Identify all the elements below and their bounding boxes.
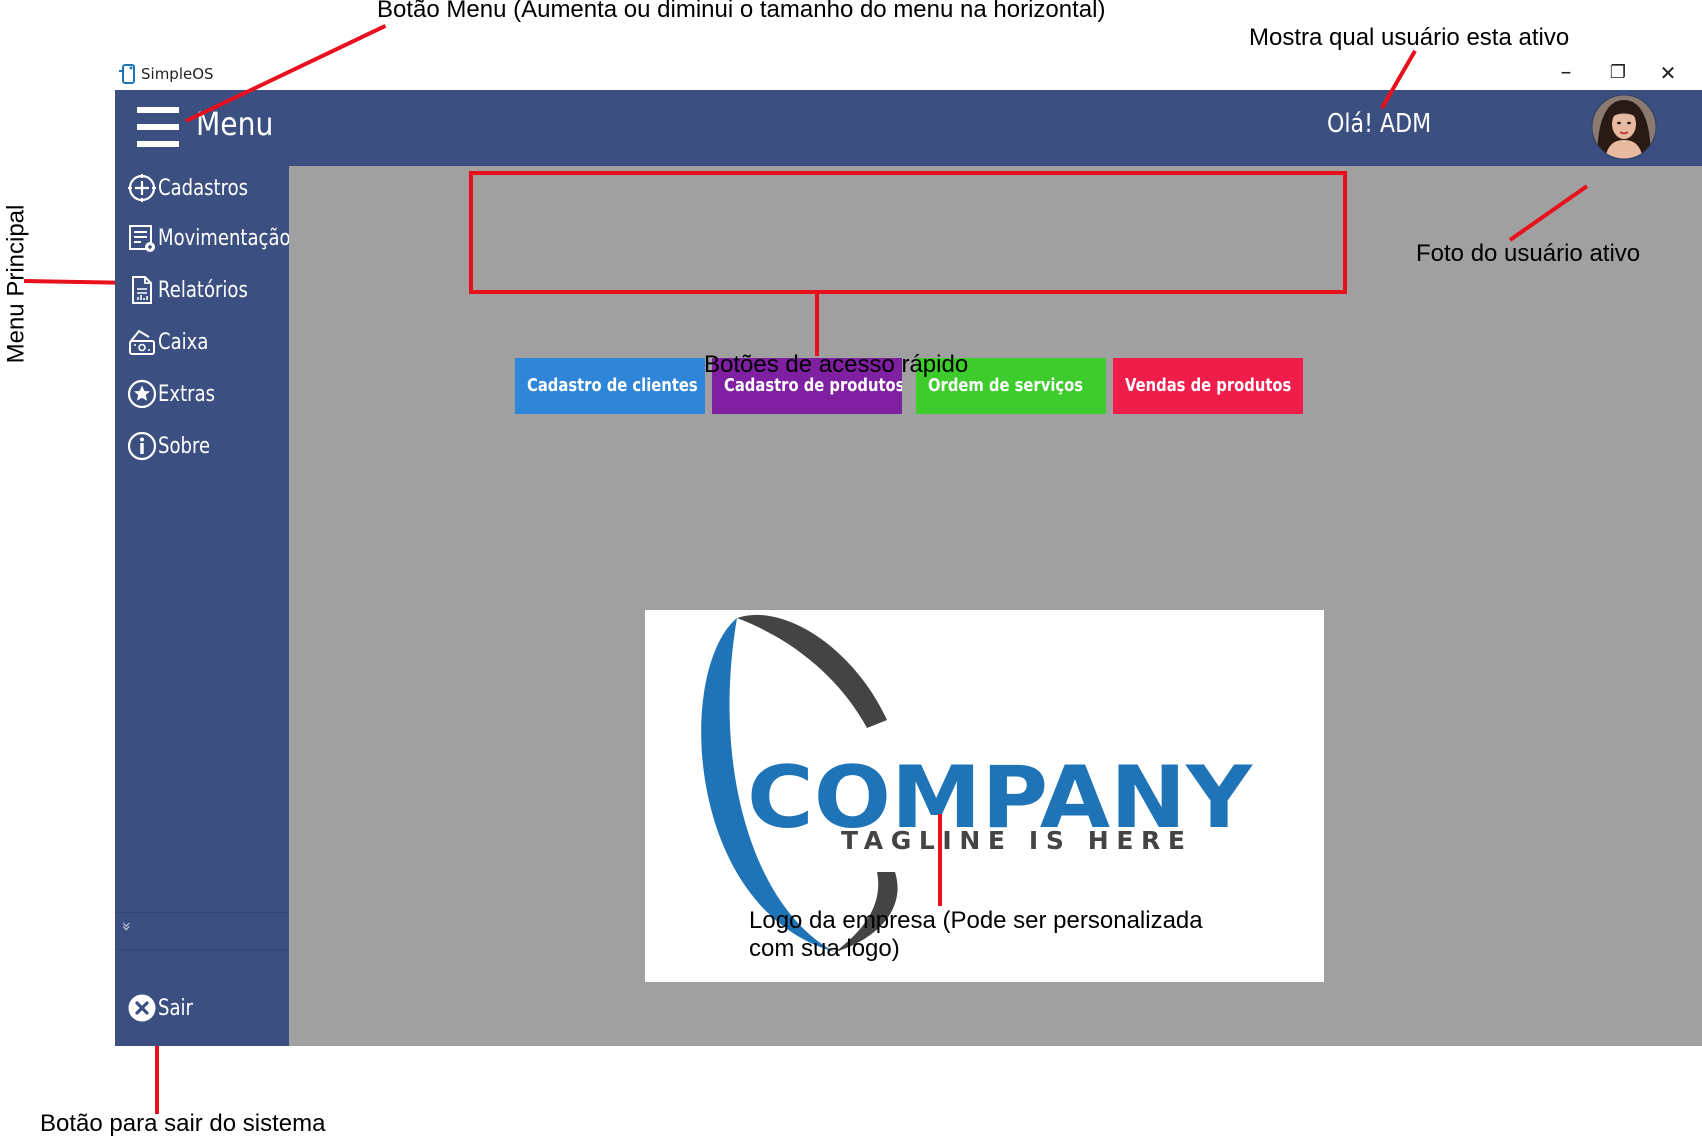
report-icon — [132, 276, 152, 304]
annotation-line-exit — [155, 1046, 159, 1114]
sidebar-item-label: Caixa — [158, 329, 209, 355]
annotation-user-photo: Foto do usuário ativo — [1416, 240, 1641, 267]
user-photo-icon — [1591, 94, 1657, 160]
expand-menu-button[interactable]: » — [115, 912, 289, 950]
cash-register-icon — [129, 329, 155, 355]
annotation-active-user: Mostra qual usuário esta ativo — [1249, 24, 1570, 51]
sidebar-item-relatorios[interactable]: Relatórios — [127, 270, 268, 310]
sidebar-item-label: Relatórios — [158, 277, 248, 303]
app-title: SimpleOS — [141, 65, 214, 83]
quick-button-vendas[interactable]: Vendas de produtos — [1113, 358, 1303, 414]
chevron-double-down-icon: » — [117, 921, 137, 932]
sidebar-item-extras[interactable]: Extras — [127, 374, 228, 414]
hamburger-menu-button[interactable] — [135, 104, 181, 150]
star-circle-icon — [127, 379, 157, 409]
annotation-exit-button: Botão para sair do sistema — [40, 1110, 326, 1137]
restore-button[interactable]: ❐ — [1605, 60, 1631, 86]
main-menu: Cadastros Movimentação Relatórios Caixa … — [115, 166, 291, 1046]
minimize-button[interactable]: – — [1553, 60, 1579, 86]
annotation-company-logo: Logo da empresa (Pode ser personalizada — [749, 907, 1203, 934]
quick-access-highlight-box — [469, 171, 1347, 294]
sidebar-item-cadastros[interactable]: Cadastros — [127, 168, 268, 208]
logo-tagline-text: TAGLINE IS HERE — [841, 826, 1185, 855]
annotation-line-main-menu — [23, 279, 116, 285]
close-circle-icon — [128, 994, 156, 1022]
annotation-line-quick — [815, 294, 819, 356]
exit-button[interactable]: Sair — [127, 988, 201, 1028]
sidebar-item-label: Extras — [158, 381, 216, 407]
list-icon — [129, 225, 155, 252]
annotation-menu-button: Botão Menu (Aumenta ou diminui o tamanho… — [377, 0, 1106, 23]
sidebar-item-label: Movimentação — [158, 225, 291, 251]
quick-button-label: Cadastro de clientes — [527, 375, 698, 396]
hamburger-icon — [137, 107, 179, 147]
sidebar-item-label: Sobre — [158, 433, 211, 459]
sidebar-item-sobre[interactable]: Sobre — [127, 426, 222, 466]
quick-button-label: Vendas de produtos — [1125, 375, 1292, 396]
annotation-main-menu: Menu Principal — [2, 204, 30, 364]
active-user-greeting: Olá! ADM — [1327, 109, 1432, 139]
annotation-quick-buttons: Botões de acesso rápido — [704, 351, 969, 378]
quick-button-clientes[interactable]: Cadastro de clientes — [515, 358, 705, 414]
sidebar-item-caixa[interactable]: Caixa — [127, 322, 219, 362]
close-button[interactable]: ✕ — [1655, 60, 1681, 86]
annotation-company-logo-2: com sua logo) — [749, 935, 900, 962]
sidebar-item-label: Cadastros — [158, 175, 249, 201]
title-bar: SimpleOS – ❐ ✕ — [115, 56, 1702, 90]
annotation-line-logo — [938, 814, 942, 906]
app-header: Menu Olá! ADM — [115, 90, 1702, 166]
exit-label: Sair — [158, 995, 193, 1021]
plus-circle-icon — [128, 174, 156, 202]
info-circle-icon — [127, 431, 157, 461]
app-logo-icon — [119, 64, 135, 84]
user-avatar[interactable] — [1591, 94, 1657, 160]
